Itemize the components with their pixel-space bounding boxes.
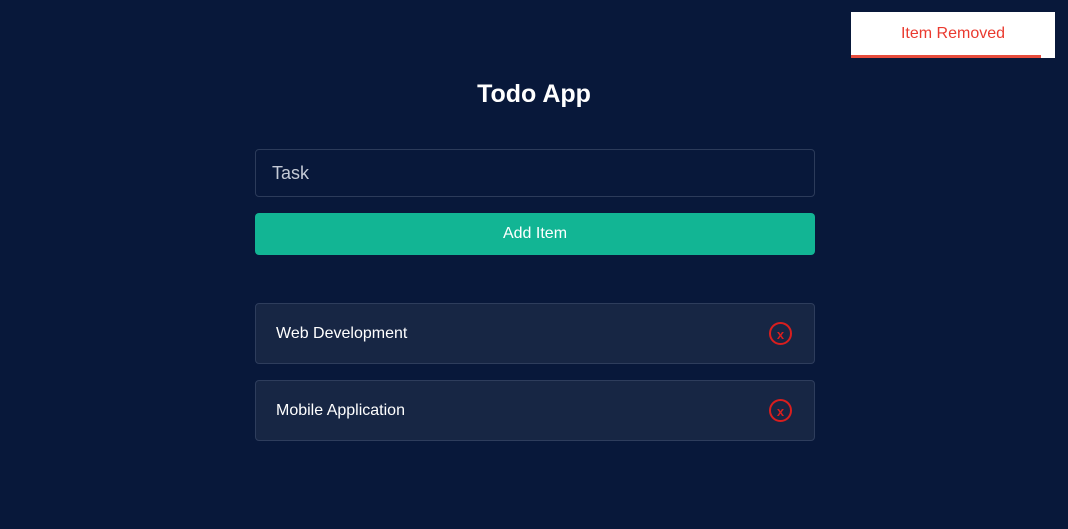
toast-notification[interactable]: Item Removed <box>851 12 1055 58</box>
todo-item: Web Development x <box>255 303 815 364</box>
add-item-button[interactable]: Add Item <box>255 213 815 255</box>
todo-label: Web Development <box>276 324 408 342</box>
close-circle-icon: x <box>776 326 785 342</box>
remove-item-button[interactable]: x <box>769 322 792 345</box>
close-circle-icon: x <box>776 403 785 419</box>
todo-item: Mobile Application x <box>255 380 815 441</box>
toast-progress-bar <box>851 55 1041 58</box>
toast-message: Item Removed <box>900 25 1006 42</box>
todo-list: Web Development x Mobile Application x <box>255 303 815 457</box>
page-title: Todo App <box>477 80 591 108</box>
todo-label: Mobile Application <box>276 401 405 419</box>
app-page: Item Removed Todo App Add Item Web Devel… <box>0 0 1068 529</box>
remove-item-button[interactable]: x <box>769 399 792 422</box>
task-input[interactable] <box>255 149 815 197</box>
